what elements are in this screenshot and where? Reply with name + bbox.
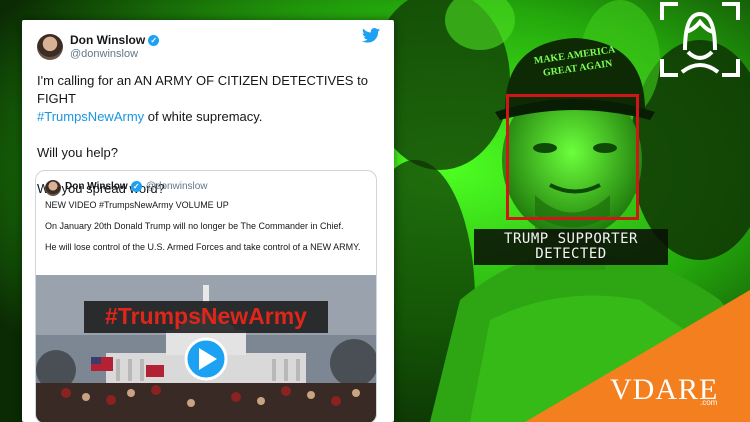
face-detection-box — [506, 94, 639, 220]
face-scan-icon — [660, 2, 740, 77]
avatar[interactable] — [37, 34, 63, 60]
quoted-line1: NEW VIDEO #TrumpsNewArmy VOLUME UP — [45, 200, 229, 210]
hashtag-link[interactable]: #TrumpsNewArmy — [37, 109, 144, 124]
tweet-line1: I'm calling for an AN ARMY OF CITIZEN DE… — [37, 73, 368, 106]
verified-icon: ✓ — [148, 35, 160, 47]
tweet-author-name[interactable]: Don Winslow ✓ — [70, 33, 160, 47]
video-banner-text: #TrumpsNewArmy — [105, 303, 307, 329]
detection-line2: DETECTED — [535, 246, 607, 262]
play-icon[interactable] — [186, 339, 226, 379]
twitter-bird-icon[interactable] — [362, 28, 380, 43]
detection-line1: TRUMP SUPPORTER — [504, 231, 638, 247]
verified-icon: ✓ — [130, 181, 142, 192]
quoted-line3: He will lose control of the U.S. Armed F… — [45, 242, 361, 252]
quoted-line2: On January 20th Donald Trump will no lon… — [45, 221, 344, 231]
video-thumbnail[interactable]: #TrumpsNewArmy — [36, 275, 376, 422]
tweet-line2-rest: of white supremacy. — [144, 109, 263, 124]
tweet-author-handle[interactable]: @donwinslow — [70, 48, 138, 60]
quoted-avatar — [45, 180, 61, 196]
quoted-tweet[interactable]: Don Winslow ✓ @donwinslow NEW VIDEO #Trump… — [35, 170, 377, 422]
quoted-author: Don Winslow ✓ @donwinslow — [65, 181, 208, 193]
quoted-text: NEW VIDEO #TrumpsNewArmy VOLUME UP On Ja… — [45, 199, 365, 262]
tweet-line3: Will you help? — [37, 145, 118, 160]
quoted-handle: @donwinslow — [145, 181, 208, 193]
vdare-tld: .com — [700, 398, 718, 407]
tweet-card: Don Winslow ✓ @donwinslow I'm calling for… — [22, 20, 394, 422]
detection-label: TRUMP SUPPORTER DETECTED — [474, 229, 668, 265]
